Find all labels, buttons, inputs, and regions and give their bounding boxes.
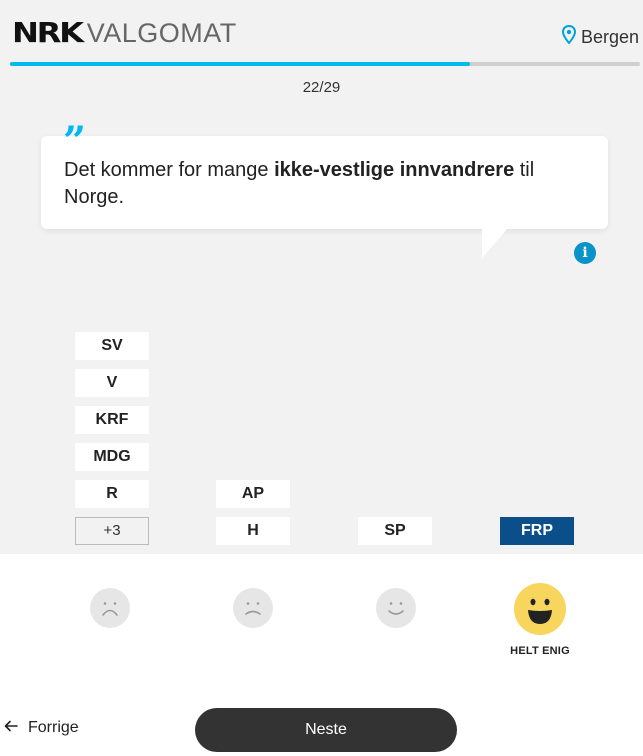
party-chip-sv[interactable]: SV	[75, 332, 149, 360]
party-chip-r[interactable]: R	[75, 480, 149, 508]
progress-bar	[10, 62, 640, 66]
nrk-logo[interactable]: NRK VALGOMAT	[12, 16, 237, 50]
party-chip-v[interactable]: V	[75, 369, 149, 397]
header: NRK VALGOMAT Bergen	[0, 0, 643, 64]
frown-face-icon[interactable]	[233, 588, 273, 628]
smile-face-icon[interactable]	[376, 588, 416, 628]
location-selector[interactable]: Bergen	[561, 24, 639, 49]
selected-answer-label: HELT ENIG	[510, 645, 570, 657]
info-icon[interactable]: i	[574, 242, 596, 264]
arrow-left-icon	[4, 719, 28, 737]
location-pin-icon	[561, 24, 581, 49]
party-chip-h[interactable]: H	[216, 517, 290, 545]
statement-text: Det kommer for mange ikke-vestlige innva…	[64, 159, 535, 208]
progress-counter: 22/29	[302, 79, 341, 96]
sad-face-icon[interactable]	[90, 588, 130, 628]
logo-mark: NRK	[12, 16, 84, 49]
previous-label: Forrige	[28, 719, 79, 736]
app-title: VALGOMAT	[86, 18, 237, 48]
statement-highlight: ikke-vestlige innvandrere	[274, 159, 515, 181]
more-parties-button[interactable]: +3	[75, 517, 149, 545]
previous-button[interactable]: Forrige	[4, 719, 79, 737]
answer-panel: HELT ENIG Forrige Neste	[0, 554, 643, 756]
grin-face-icon[interactable]	[514, 583, 566, 635]
quote-icon: ”	[63, 118, 87, 165]
statement-card: Det kommer for mange ikke-vestlige innva…	[41, 136, 608, 229]
progress-fill	[10, 62, 470, 66]
party-chip-krf[interactable]: KRF	[75, 406, 149, 434]
speech-bubble-tail	[482, 228, 508, 258]
party-chip-sp[interactable]: SP	[358, 517, 432, 545]
party-chip-mdg[interactable]: MDG	[75, 443, 149, 471]
next-button[interactable]: Neste	[195, 708, 457, 752]
party-chip-frp[interactable]: FRP	[500, 517, 574, 545]
party-chip-ap[interactable]: AP	[216, 480, 290, 508]
location-label: Bergen	[580, 26, 639, 47]
